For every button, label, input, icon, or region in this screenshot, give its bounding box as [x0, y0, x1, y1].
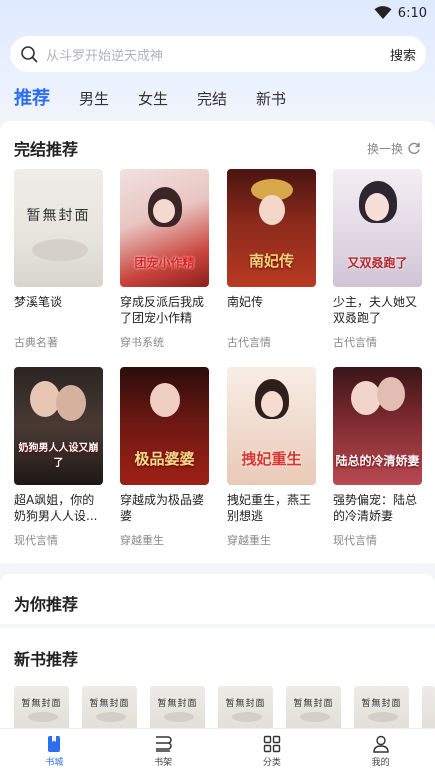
status-bar: 6:10	[0, 0, 435, 26]
refresh-label: 换一换	[366, 141, 403, 156]
book-item[interactable]: 极品婆婆 穿越成为极品婆婆 穿越重生	[120, 367, 209, 548]
nav-bookstore[interactable]: 书城	[0, 729, 109, 773]
nav-bookshelf[interactable]: 书架	[109, 729, 218, 773]
nav-label: 书架	[154, 758, 173, 768]
profile-icon	[372, 735, 389, 753]
nav-label: 分类	[262, 758, 281, 768]
book-category: 古典名著	[14, 336, 58, 349]
book-item[interactable]: 拽妃重生 拽妃重生，燕王别想逃 穿越重生	[227, 367, 316, 548]
nav-profile[interactable]: 我的	[326, 729, 435, 773]
book-category: 现代言情	[333, 534, 377, 547]
book-title: 拽妃重生，燕王别想逃	[227, 493, 312, 523]
tab-male[interactable]: 男生	[79, 86, 109, 112]
search-icon	[21, 46, 38, 63]
book-category: 古代言情	[333, 336, 377, 349]
search-bar[interactable]: 从斗罗开始逆天成神 搜索	[10, 36, 426, 72]
new-book-cover[interactable]: 暂無封面	[218, 686, 273, 728]
new-book-cover[interactable]	[422, 686, 435, 728]
book-item[interactable]: 陆总的冷清娇妻 强势偏宠：陆总的冷清娇妻 现代言情	[333, 367, 422, 548]
book-cover[interactable]: 团宠小作精	[120, 169, 209, 287]
book-title: 梦溪笔谈	[14, 295, 63, 309]
book-cover[interactable]: 极品婆婆	[120, 367, 209, 485]
book-title: 少主，夫人她又双叒跑了	[333, 295, 418, 325]
category-icon	[263, 735, 281, 753]
refresh-button[interactable]: 换一换	[367, 140, 421, 157]
new-book-cover[interactable]: 暂無封面	[14, 686, 69, 728]
new-book-cover[interactable]: 暂無封面	[150, 686, 205, 728]
book-title: 穿越成为极品婆婆	[120, 493, 205, 523]
new-books-section: 新书推荐 暂無封面 暂無封面 暂無封面 暂無封面 暂無封面 暂無封面	[0, 628, 435, 728]
bookshelf-icon	[156, 736, 172, 752]
new-book-cover[interactable]: 暂無封面	[354, 686, 409, 728]
book-category: 古代言情	[227, 336, 271, 349]
nav-category[interactable]: 分类	[218, 729, 327, 773]
search-input[interactable]: 从斗罗开始逆天成神	[46, 45, 390, 64]
new-book-cover[interactable]: 暂無封面	[82, 686, 137, 728]
section-title: 新书推荐	[14, 650, 79, 669]
book-category: 穿越重生	[120, 534, 164, 547]
nav-label: 我的	[371, 758, 390, 768]
book-category: 现代言情	[14, 534, 58, 547]
book-title: 强势偏宠：陆总的冷清娇妻	[333, 493, 418, 523]
completed-recommend-section: 完结推荐 换一换 暂無封面 梦溪笔谈 古典名著 团宠小作精 穿成反派后我成了团宠…	[0, 121, 435, 563]
book-item[interactable]: 奶狗男人人设又崩了 超A飒姐，你的奶狗男人人设... 现代言情	[14, 367, 103, 548]
book-cover[interactable]: 陆总的冷清娇妻	[333, 367, 422, 485]
book-item[interactable]: 又双叒跑了 少主，夫人她又双叒跑了 古代言情	[333, 169, 422, 350]
book-cover[interactable]: 拽妃重生	[227, 367, 316, 485]
nav-label: 书城	[45, 758, 64, 768]
status-time: 6:10	[397, 5, 427, 21]
for-you-section: 为你推荐	[0, 574, 435, 629]
tab-new[interactable]: 新书	[256, 86, 286, 112]
tab-completed[interactable]: 完结	[197, 86, 227, 112]
book-category: 穿越重生	[227, 534, 271, 547]
book-item[interactable]: 团宠小作精 穿成反派后我成了团宠小作精 穿书系统	[120, 169, 209, 350]
tab-recommend[interactable]: 推荐	[14, 86, 50, 112]
channel-tabs: 推荐 男生 女生 完结 新书	[14, 84, 315, 112]
new-book-cover[interactable]: 暂無封面	[286, 686, 341, 728]
bottom-nav: 书城 书架 分类 我的	[0, 728, 435, 773]
wifi-icon	[374, 6, 392, 19]
book-title: 超A飒姐，你的奶狗男人人设...	[14, 493, 98, 523]
book-cover[interactable]: 暂無封面	[14, 169, 103, 287]
search-button[interactable]: 搜索	[390, 45, 416, 64]
book-title: 南妃传	[227, 295, 264, 309]
book-title: 穿成反派后我成了团宠小作精	[120, 295, 205, 325]
book-category: 穿书系统	[120, 336, 164, 349]
book-cover[interactable]: 南妃传	[227, 169, 316, 287]
bookstore-icon	[48, 736, 61, 752]
book-cover[interactable]: 又双叒跑了	[333, 169, 422, 287]
refresh-icon	[408, 142, 420, 155]
book-item[interactable]: 南妃传 南妃传 古代言情	[227, 169, 316, 350]
section-title: 为你推荐	[14, 595, 79, 614]
book-item[interactable]: 暂無封面 梦溪笔谈 古典名著	[14, 169, 103, 350]
book-cover[interactable]: 奶狗男人人设又崩了	[14, 367, 103, 485]
tab-female[interactable]: 女生	[138, 86, 168, 112]
section-title: 完结推荐	[14, 140, 79, 159]
